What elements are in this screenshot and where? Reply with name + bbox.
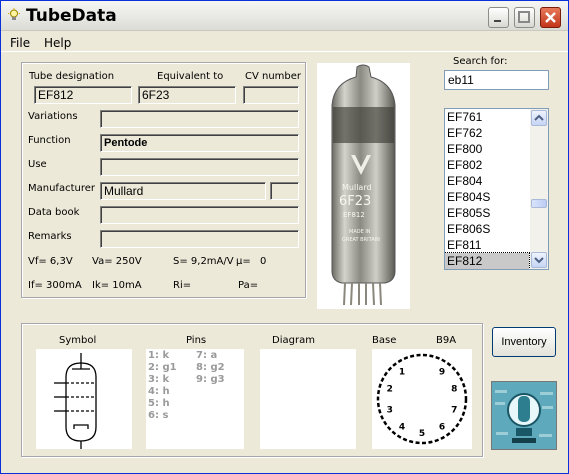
base-label: Base: [372, 335, 397, 346]
param-vf: Vf= 6,3V: [28, 256, 73, 267]
data-book-field[interactable]: [100, 206, 299, 224]
tube-list-item[interactable]: EF800: [445, 141, 529, 157]
tube-photo: Mullard 6F23 EF812 MADE IN GREAT BRITAIN: [317, 63, 410, 309]
cv-number-label: CV number: [245, 71, 302, 82]
manufacturer-label: Manufacturer: [28, 183, 95, 194]
photo-brand: Mullard: [342, 183, 372, 192]
manufacturer-field[interactable]: Mullard: [100, 182, 266, 200]
menu-bar: File Help: [1, 32, 568, 52]
tube-list-item[interactable]: EF812: [445, 252, 530, 269]
pin-entry: 3: k: [148, 374, 170, 385]
pins-left-column: 1: k 2: g1 3: k 4: h 5: h 6: s: [148, 350, 177, 422]
base-diagram-icon: 12 34 5 67 89: [376, 353, 468, 445]
base-pin-number: 2: [387, 385, 393, 395]
tube-list-item[interactable]: EF806S: [445, 221, 529, 237]
menu-file[interactable]: File: [10, 36, 30, 50]
use-field[interactable]: [100, 158, 299, 176]
scroll-down-button[interactable]: [531, 252, 547, 268]
base-type-label: B9A: [436, 335, 457, 346]
menu-help[interactable]: Help: [44, 36, 71, 50]
window-title: TubeData: [26, 6, 117, 26]
param-pa: Pa=: [238, 280, 259, 291]
maximize-button[interactable]: [514, 7, 535, 28]
data-book-label: Data book: [28, 207, 80, 218]
pin-entry: 7: a: [196, 350, 218, 361]
photo-type: 6F23: [339, 194, 371, 209]
diagram-label: Diagram: [272, 335, 315, 346]
lightbulb-icon: [8, 8, 20, 20]
tube-list-item[interactable]: EF804: [445, 173, 529, 189]
symbol-box: [36, 349, 132, 449]
equivalent-to-label: Equivalent to: [157, 71, 224, 82]
pins-right-column: 7: a 8: g2 9: g3: [196, 350, 225, 386]
diagram-box: [260, 349, 356, 449]
cv-number-field[interactable]: [243, 86, 299, 104]
pin-entry: 8: g2: [196, 362, 225, 373]
param-mu-label: µ=: [236, 256, 251, 267]
tube-list-item[interactable]: EF761: [445, 109, 529, 125]
base-pin-number: 8: [451, 385, 457, 395]
pin-entry: 1: k: [148, 350, 170, 361]
base-pin-number: 9: [439, 368, 445, 378]
function-field[interactable]: Pentode: [100, 134, 299, 152]
chevron-down-icon: [534, 257, 544, 264]
base-pin-number: 6: [439, 423, 445, 433]
title-bar[interactable]: TubeData: [1, 1, 568, 31]
param-va: Va= 250V: [92, 256, 142, 267]
function-label: Function: [28, 135, 71, 146]
app-logo: [491, 381, 557, 450]
pin-entry: 9: g3: [196, 374, 225, 385]
param-mu-value: 0: [260, 256, 267, 267]
tube-list-item[interactable]: EF811: [445, 237, 529, 253]
chevron-up-icon: [534, 114, 544, 121]
inventory-button[interactable]: Inventory: [492, 327, 556, 357]
base-pin-number: 3: [387, 406, 393, 416]
use-label: Use: [28, 159, 47, 170]
scroll-thumb[interactable]: [531, 199, 547, 208]
tube-list[interactable]: EF761 EF762 EF800 EF802 EF804 EF804S EF805S EF8…: [444, 108, 549, 270]
equivalent-to-field[interactable]: 6F23: [138, 86, 236, 104]
base-pin-number: 5: [419, 429, 425, 439]
remarks-field[interactable]: [100, 230, 299, 248]
variations-label: Variations: [28, 111, 78, 122]
tube-list-item[interactable]: EF804S: [445, 189, 529, 205]
tube-designation-field[interactable]: EF812: [34, 86, 132, 104]
param-s: S= 9,2mA/V: [173, 256, 234, 267]
param-ri: Ri=: [173, 280, 192, 291]
photo-made: MADE IN: [349, 229, 371, 235]
base-box: 12 34 5 67 89: [372, 349, 472, 449]
list-scrollbar[interactable]: [530, 109, 548, 269]
search-input[interactable]: eb11: [444, 70, 549, 90]
photo-sub: EF812: [343, 211, 365, 219]
minimize-icon: [494, 20, 501, 22]
tube-list-item[interactable]: EF805S: [445, 205, 529, 221]
tube-list-item[interactable]: EF802: [445, 157, 529, 173]
close-button[interactable]: [540, 7, 561, 28]
symbol-label: Symbol: [59, 335, 97, 346]
remarks-label: Remarks: [28, 231, 72, 242]
param-if: If= 300mA: [28, 280, 82, 291]
param-ik: Ik= 10mA: [92, 280, 142, 291]
maximize-icon: [518, 11, 530, 23]
close-icon: [545, 12, 556, 23]
pins-label: Pins: [186, 335, 207, 346]
pentode-symbol-icon: [54, 353, 97, 449]
minimize-button[interactable]: [488, 7, 509, 28]
pin-entry: 4: h: [148, 386, 170, 397]
base-pin-number: 4: [399, 423, 405, 433]
variations-field[interactable]: [100, 110, 299, 128]
manufacturer-extra-field[interactable]: [270, 182, 299, 200]
base-pin-number: 7: [451, 406, 457, 416]
photo-country: GREAT BRITAIN: [342, 237, 380, 243]
base-pin-number: 1: [399, 368, 405, 378]
search-label: Search for:: [453, 56, 508, 67]
pin-entry: 5: h: [148, 398, 170, 409]
tube-designation-label: Tube designation: [29, 71, 115, 82]
tube-list-item[interactable]: EF762: [445, 125, 529, 141]
pin-entry: 6: s: [148, 410, 169, 421]
pins-box: 1: k 2: g1 3: k 4: h 5: h 6: s 7: a 8: g2 9: g3: [146, 349, 244, 449]
pin-entry: 2: g1: [148, 362, 177, 373]
scroll-up-button[interactable]: [531, 110, 547, 126]
main-window: TubeData File Help Tube designation Equi…: [0, 0, 569, 474]
